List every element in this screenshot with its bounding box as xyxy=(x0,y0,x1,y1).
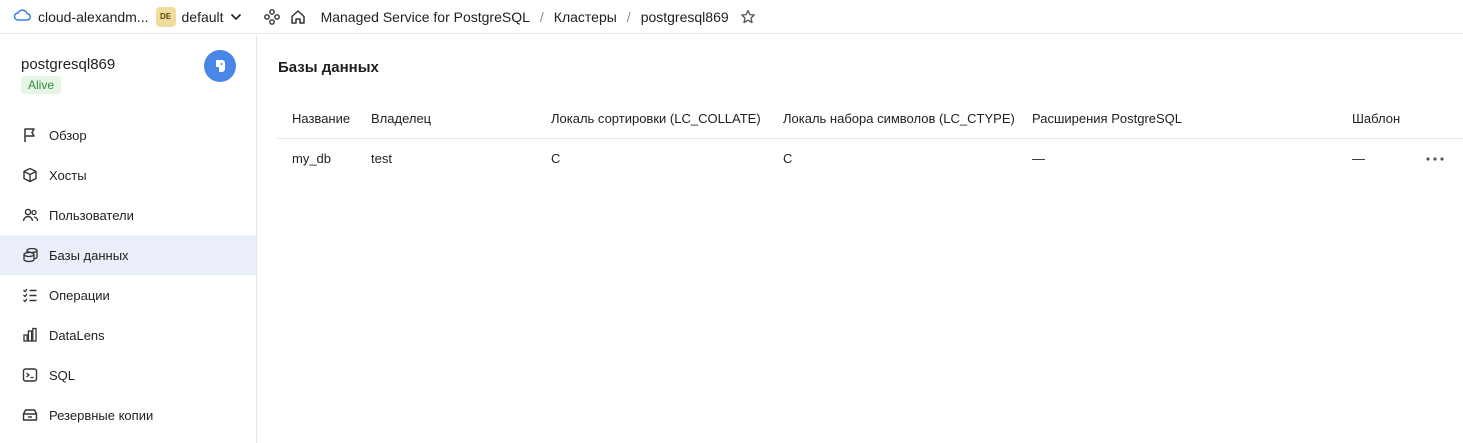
sidebar-nav: Обзор Хосты Пользователи Базы данных Опе… xyxy=(0,115,256,435)
sidebar-item-label: Хосты xyxy=(49,167,87,183)
cell-name: my_db xyxy=(292,151,332,166)
sidebar-item-databases[interactable]: Базы данных xyxy=(0,235,256,275)
breadcrumb-cluster: postgresql869 xyxy=(640,8,729,25)
cell-owner: test xyxy=(371,151,392,166)
sidebar-item-label: Базы данных xyxy=(49,247,129,263)
sidebar-item-hosts[interactable]: Хосты xyxy=(0,155,256,195)
table-header: Название Владелец Локаль сортировки (LC_… xyxy=(277,99,1463,139)
column-header-lc-collate[interactable]: Локаль сортировки (LC_COLLATE) xyxy=(551,99,761,139)
breadcrumb-service[interactable]: Managed Service for PostgreSQL xyxy=(321,9,530,25)
column-header-owner[interactable]: Владелец xyxy=(371,99,431,139)
column-header-lc-ctype[interactable]: Локаль набора символов (LC_CTYPE) xyxy=(783,99,1015,139)
cloud-icon xyxy=(13,8,31,25)
sidebar-item-label: Пользователи xyxy=(49,207,134,223)
breadcrumb-separator: / xyxy=(626,8,631,25)
cell-extensions: — xyxy=(1032,151,1045,166)
breadcrumb-clusters[interactable]: Кластеры xyxy=(554,9,617,25)
cell-template: — xyxy=(1352,151,1365,166)
sidebar-item-label: DataLens xyxy=(49,327,105,343)
sidebar-item-label: Операции xyxy=(49,287,110,303)
home-icon[interactable] xyxy=(290,9,306,25)
column-header-name[interactable]: Название xyxy=(292,99,350,139)
star-icon[interactable] xyxy=(740,9,756,25)
main-content: Базы данных Название Владелец Локаль сор… xyxy=(257,35,1463,443)
chevron-down-icon[interactable] xyxy=(230,13,242,21)
databases-table: Название Владелец Локаль сортировки (LC_… xyxy=(277,99,1463,179)
terminal-icon xyxy=(21,366,39,384)
sidebar-item-overview[interactable]: Обзор xyxy=(0,115,256,155)
sidebar-item-datalens[interactable]: DataLens xyxy=(0,315,256,355)
postgresql-logo-icon xyxy=(204,50,236,82)
sidebar-item-backups[interactable]: Резервные копии xyxy=(0,395,256,435)
sidebar-item-sql[interactable]: SQL xyxy=(0,355,256,395)
sidebar-item-operations[interactable]: Операции xyxy=(0,275,256,315)
database-icon xyxy=(21,246,39,264)
column-header-extensions[interactable]: Расширения PostgreSQL xyxy=(1032,99,1182,139)
chart-icon xyxy=(21,326,39,344)
cloud-selector[interactable]: cloud-alexandm... xyxy=(13,8,149,25)
status-badge: Alive xyxy=(21,76,62,94)
sidebar-item-label: SQL xyxy=(49,367,76,383)
more-actions-icon[interactable] xyxy=(1423,151,1447,167)
breadcrumb-separator: / xyxy=(539,8,544,25)
cell-lc-ctype: C xyxy=(783,151,793,166)
cluster-name: postgresql869 xyxy=(21,56,116,73)
sidebar-item-label: Обзор xyxy=(49,127,87,143)
flag-icon xyxy=(21,126,39,144)
column-header-template[interactable]: Шаблон xyxy=(1352,99,1400,139)
cube-icon xyxy=(21,166,39,184)
sidebar-item-label: Резервные копии xyxy=(49,407,154,423)
folder-badge: DE xyxy=(155,6,176,27)
table-row[interactable]: my_db test C C — — xyxy=(277,139,1463,179)
top-bar: cloud-alexandm... DE default Managed Ser… xyxy=(0,0,1463,34)
page-title: Базы данных xyxy=(278,59,379,76)
cloud-name: cloud-alexandm... xyxy=(38,8,149,25)
list-check-icon xyxy=(21,286,39,304)
sidebar: postgresql869 Alive Обзор Хосты Пользова… xyxy=(0,35,257,443)
users-icon xyxy=(21,206,39,224)
services-icon[interactable] xyxy=(263,8,280,25)
folder-selector[interactable]: default xyxy=(182,9,224,25)
cell-lc-collate: C xyxy=(551,151,561,166)
archive-icon xyxy=(21,406,39,424)
sidebar-item-users[interactable]: Пользователи xyxy=(0,195,256,235)
